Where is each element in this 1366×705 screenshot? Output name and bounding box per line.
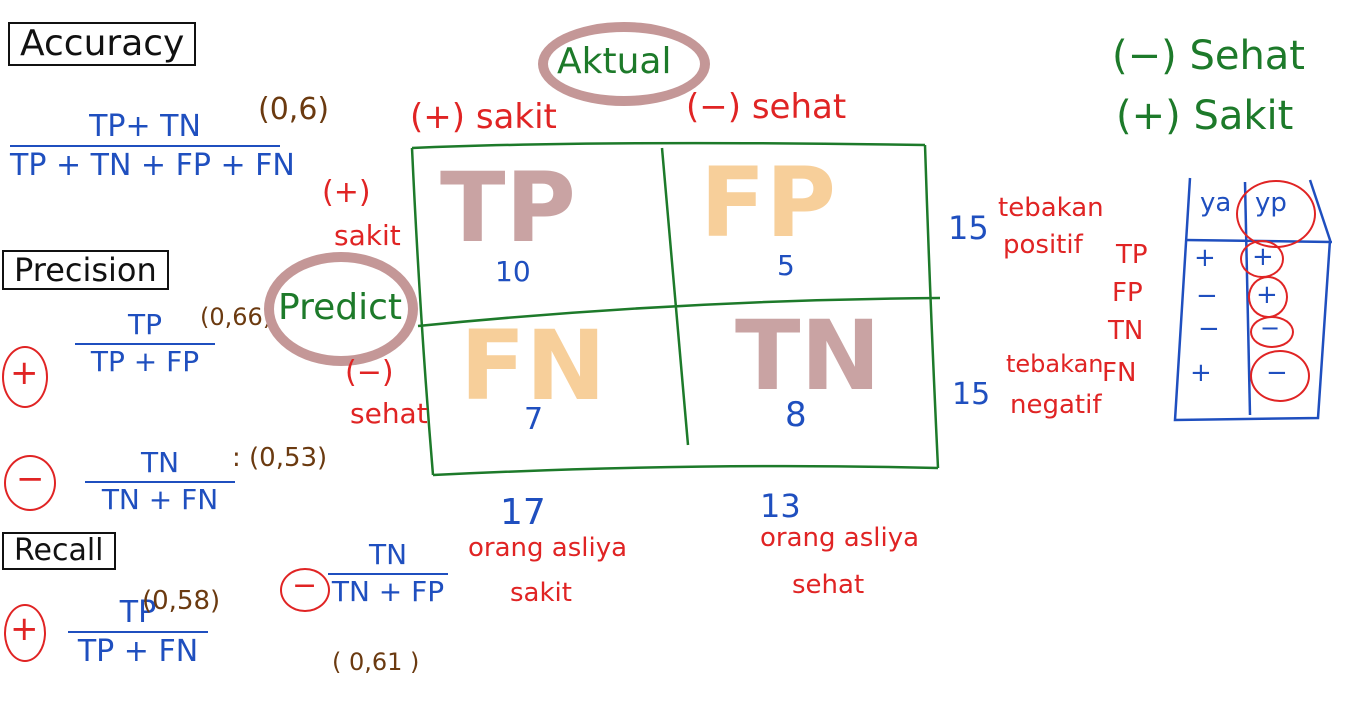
mini-label-fp: FP [1112, 278, 1143, 308]
cell-fp-count: 5 [777, 249, 795, 282]
predict-label: Predict [278, 287, 402, 328]
legend-positive: (+) Sakit [1116, 93, 1294, 139]
mini-label-tn: TN [1108, 316, 1144, 346]
matrix-top-line [411, 141, 926, 150]
cell-tp-label: TP [440, 152, 576, 264]
precision-neg-denominator: TN + FN [101, 482, 219, 516]
actual-positive-label: (+) sakit [410, 97, 557, 137]
col-note-positive-2: sakit [510, 578, 572, 608]
cell-fn-count: 7 [524, 402, 544, 437]
recall-pos-value: (0,58) [142, 586, 221, 616]
recall-neg-formula: TN TN + FP [328, 539, 448, 608]
precision-title: Precision [2, 250, 169, 290]
col-total-negative: 13 [760, 487, 801, 525]
table-row-4-predicted: − [1266, 358, 1288, 388]
cell-fn-label: FN [460, 310, 606, 422]
precision-pos-formula: TP TP + FP [75, 309, 215, 378]
recall-title: Recall [2, 532, 116, 570]
recall-neg-value: ( 0,61 ) [332, 648, 420, 676]
table-row-2-predicted: + [1256, 280, 1278, 310]
recall-pos-denominator: TP + FN [77, 634, 199, 669]
cell-tp-count: 10 [495, 255, 531, 288]
table-row-3-predicted: − [1260, 314, 1281, 342]
row-total-negative: 15 [952, 377, 991, 412]
row-note-positive-1: tebakan [998, 193, 1104, 223]
precision-neg-sign: − [16, 459, 45, 499]
row-note-negative-1: tebakan [1006, 350, 1104, 378]
table-row-1-predicted: + [1252, 242, 1274, 272]
accuracy-denominator: TP + TN + FP + FN [10, 148, 295, 183]
matrix-center-line [660, 147, 690, 446]
mini-label-fn: FN [1102, 358, 1137, 388]
recall-pos-sign: + [10, 609, 39, 649]
table-row-2-actual: − [1196, 281, 1218, 311]
table-row-4-actual: + [1190, 358, 1212, 388]
accuracy-value: (0,6) [258, 92, 330, 127]
precision-neg-formula: TN TN + FN [85, 447, 235, 516]
row-note-negative-2: negatif [1010, 390, 1102, 420]
col-note-negative-2: sehat [792, 570, 865, 600]
legend-negative: (−) Sehat [1112, 33, 1305, 79]
mini-label-tp: TP [1116, 240, 1148, 270]
accuracy-formula: TP+ TN TP + TN + FP + FN [10, 110, 295, 183]
table-row-3-actual: − [1198, 314, 1220, 344]
precision-pos-sign: + [10, 353, 39, 393]
recall-neg-denominator: TN + FP [331, 574, 445, 608]
row-note-positive-2: positif [1003, 230, 1083, 260]
col-note-negative-1: orang asliya [760, 523, 920, 553]
precision-pos-value: (0,66) [200, 303, 273, 331]
precision-neg-numerator: TN [85, 447, 235, 483]
cell-tn-label: TN [735, 300, 881, 412]
cell-tn-count: 8 [785, 395, 807, 435]
table-row-1-actual: + [1194, 243, 1216, 273]
col-total-positive: 17 [500, 492, 546, 533]
actual-label: Aktual [557, 41, 672, 82]
recall-neg-sign: − [292, 568, 318, 603]
matrix-right-line [923, 144, 940, 469]
predict-positive-word: sakit [334, 219, 401, 252]
predict-negative-sign: (−) [345, 355, 394, 390]
precision-pos-numerator: TP [75, 309, 215, 345]
precision-pos-denominator: TP + FP [90, 344, 200, 378]
recall-neg-numerator: TN [328, 539, 448, 575]
table-header-predicted: yp [1255, 188, 1287, 218]
cell-fp-label: FP [700, 147, 836, 259]
actual-negative-label: (−) sehat [686, 87, 847, 127]
precision-neg-value: : (0,53) [232, 443, 328, 473]
accuracy-numerator: TP+ TN [10, 110, 280, 147]
accuracy-title: Accuracy [8, 22, 197, 66]
table-header-actual: ya [1200, 188, 1232, 218]
predict-positive-sign: (+) [322, 175, 371, 210]
col-note-positive-1: orang asliya [468, 533, 628, 563]
predict-negative-word: sehat [350, 397, 428, 430]
row-total-positive: 15 [948, 209, 989, 247]
matrix-bottom-line [432, 464, 939, 477]
